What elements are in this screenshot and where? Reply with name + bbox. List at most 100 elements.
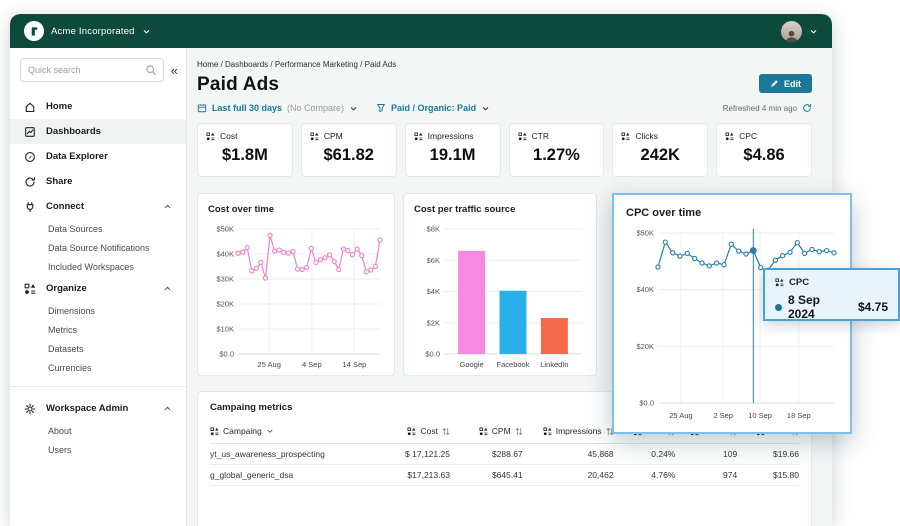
svg-text:25 Aug: 25 Aug (258, 360, 281, 369)
sidebar-item-currencies[interactable]: Currencies (10, 358, 186, 377)
tooltip-value: $4.75 (858, 300, 888, 314)
kpi-label: CPM (324, 131, 343, 141)
sidebar-item-organize[interactable]: Organize (10, 276, 186, 301)
kpi-card-impressions[interactable]: Impressions 19.1M (405, 123, 501, 177)
share-icon (24, 176, 36, 188)
kpi-label: Impressions (428, 131, 474, 141)
chevron-up-icon (163, 404, 172, 413)
table-cell: 45,868 (523, 449, 614, 459)
sidebar: « Home Dashboards Data Explorer Share Co… (10, 48, 187, 526)
edit-button[interactable]: Edit (759, 74, 812, 93)
chevron-up-icon (163, 202, 172, 211)
kpi-card-cpm[interactable]: CPM $61.82 (301, 123, 397, 177)
kpi-row: Cost $1.8M CPM $61.82 Impressions 19.1M … (197, 123, 812, 177)
avatar (781, 21, 802, 42)
svg-text:4 Sep: 4 Sep (302, 360, 322, 369)
column-header-cpm[interactable]: CPM (450, 426, 523, 436)
sidebar-item-connect[interactable]: Connect (10, 194, 186, 219)
plug-icon (24, 201, 36, 213)
chart-title: Cost over time (208, 204, 384, 215)
search-box (20, 58, 164, 82)
sidebar-collapse-button[interactable]: « (171, 64, 176, 77)
sidebar-item-users[interactable]: Users (10, 440, 186, 459)
table-cell: 0.24% (614, 449, 676, 459)
sidebar-item-included-workspaces[interactable]: Included Workspaces (10, 257, 186, 276)
table-cell: g_global_generic_dsa (210, 470, 370, 480)
kpi-card-cost[interactable]: Cost $1.8M (197, 123, 293, 177)
kpi-value: 242K (621, 146, 699, 165)
sidebar-item-about[interactable]: About (10, 421, 186, 440)
kpi-card-clicks[interactable]: Clicks 242K (612, 123, 708, 177)
breadcrumb[interactable]: Home / Dashboards / Performance Marketin… (197, 60, 812, 69)
svg-text:$0.0: $0.0 (425, 350, 440, 359)
sidebar-item-label: Connect (46, 201, 153, 212)
svg-text:$50K: $50K (216, 225, 234, 234)
sidebar-item-data-source-notifications[interactable]: Data Source Notifications (10, 238, 186, 257)
metric-icon (518, 132, 527, 141)
svg-text:$30K: $30K (216, 275, 234, 284)
table-cell: $17,213.63 (370, 470, 450, 480)
sidebar-item-metrics[interactable]: Metrics (10, 320, 186, 339)
metric-icon (206, 132, 215, 141)
column-header-cost[interactable]: Cost (370, 426, 450, 436)
date-range-label: Last full 30 days (212, 103, 282, 113)
sidebar-item-workspace-admin[interactable]: Workspace Admin (10, 396, 186, 421)
metric-icon (621, 132, 630, 141)
sidebar-item-dimensions[interactable]: Dimensions (10, 301, 186, 320)
table-cell: 109 (675, 449, 737, 459)
metric-icon (775, 278, 784, 287)
search-input[interactable] (21, 59, 146, 81)
column-label: CPM (492, 426, 511, 436)
table-row[interactable]: g_global_generic_dsa$17,213.63$645.4120,… (210, 465, 799, 486)
sidebar-item-dashboards[interactable]: Dashboards (10, 119, 186, 144)
table-cell: $288.67 (450, 449, 523, 459)
refresh-icon[interactable] (802, 103, 812, 113)
metric-icon (725, 132, 734, 141)
sidebar-item-home[interactable]: Home (10, 94, 186, 119)
kpi-label: Cost (220, 131, 237, 141)
table-cell: $ 17,121.25 (370, 449, 450, 459)
column-header-campaing[interactable]: Campaing (210, 426, 370, 436)
metric-icon (24, 283, 36, 295)
table-row[interactable]: yt_us_awareness_prospecting$ 17,121.25$2… (210, 444, 799, 465)
bar-google (458, 251, 485, 354)
date-range-filter[interactable]: Last full 30 days (No Compare) (197, 103, 358, 113)
chevron-down-icon (142, 27, 151, 36)
sidebar-item-label: Share (46, 176, 172, 187)
svg-text:$6K: $6K (427, 256, 440, 265)
table-cell: 974 (675, 470, 737, 480)
org-switcher[interactable]: Acme Incorporated (24, 21, 151, 41)
svg-text:LinkedIn: LinkedIn (540, 360, 568, 369)
sidebar-item-label: Data Explorer (46, 151, 172, 162)
chevron-down-icon (349, 104, 358, 113)
svg-text:$50K: $50K (636, 229, 654, 238)
sidebar-item-datasets[interactable]: Datasets (10, 339, 186, 358)
table-cell: 4.76% (614, 470, 676, 480)
svg-text:$4K: $4K (427, 287, 440, 296)
pencil-icon (770, 79, 779, 88)
kpi-card-cpc[interactable]: CPC $4.86 (716, 123, 812, 177)
page-title: Paid Ads (197, 74, 279, 96)
sidebar-item-share[interactable]: Share (10, 169, 186, 194)
user-menu[interactable] (781, 21, 818, 42)
svg-text:10 Sep: 10 Sep (748, 411, 772, 420)
table-cell: 20,462 (523, 470, 614, 480)
metric-icon (310, 132, 319, 141)
svg-text:$0.0: $0.0 (219, 350, 234, 359)
column-header-impressions[interactable]: Impressions (523, 426, 614, 436)
svg-text:18 Sep: 18 Sep (787, 411, 811, 420)
compass-icon (24, 151, 36, 163)
bar-linkedin (541, 318, 568, 354)
kpi-value: $1.8M (206, 146, 284, 165)
refresh-status: Refreshed 4 min ago (723, 103, 812, 113)
sidebar-item-data-explorer[interactable]: Data Explorer (10, 144, 186, 169)
metric-icon (479, 427, 488, 436)
sidebar-divider (10, 386, 186, 387)
sidebar-item-data-sources[interactable]: Data Sources (10, 219, 186, 238)
kpi-card-ctr[interactable]: CTR 1.27% (509, 123, 605, 177)
cost-per-traffic-source-card: Cost per traffic source $8K$6K$4K$2K$0.0… (403, 193, 597, 376)
refreshed-label: Refreshed 4 min ago (723, 104, 797, 113)
segment-filter[interactable]: Paid / Organic: Paid (376, 103, 490, 113)
calendar-icon (197, 103, 207, 113)
svg-text:$20K: $20K (636, 342, 654, 351)
